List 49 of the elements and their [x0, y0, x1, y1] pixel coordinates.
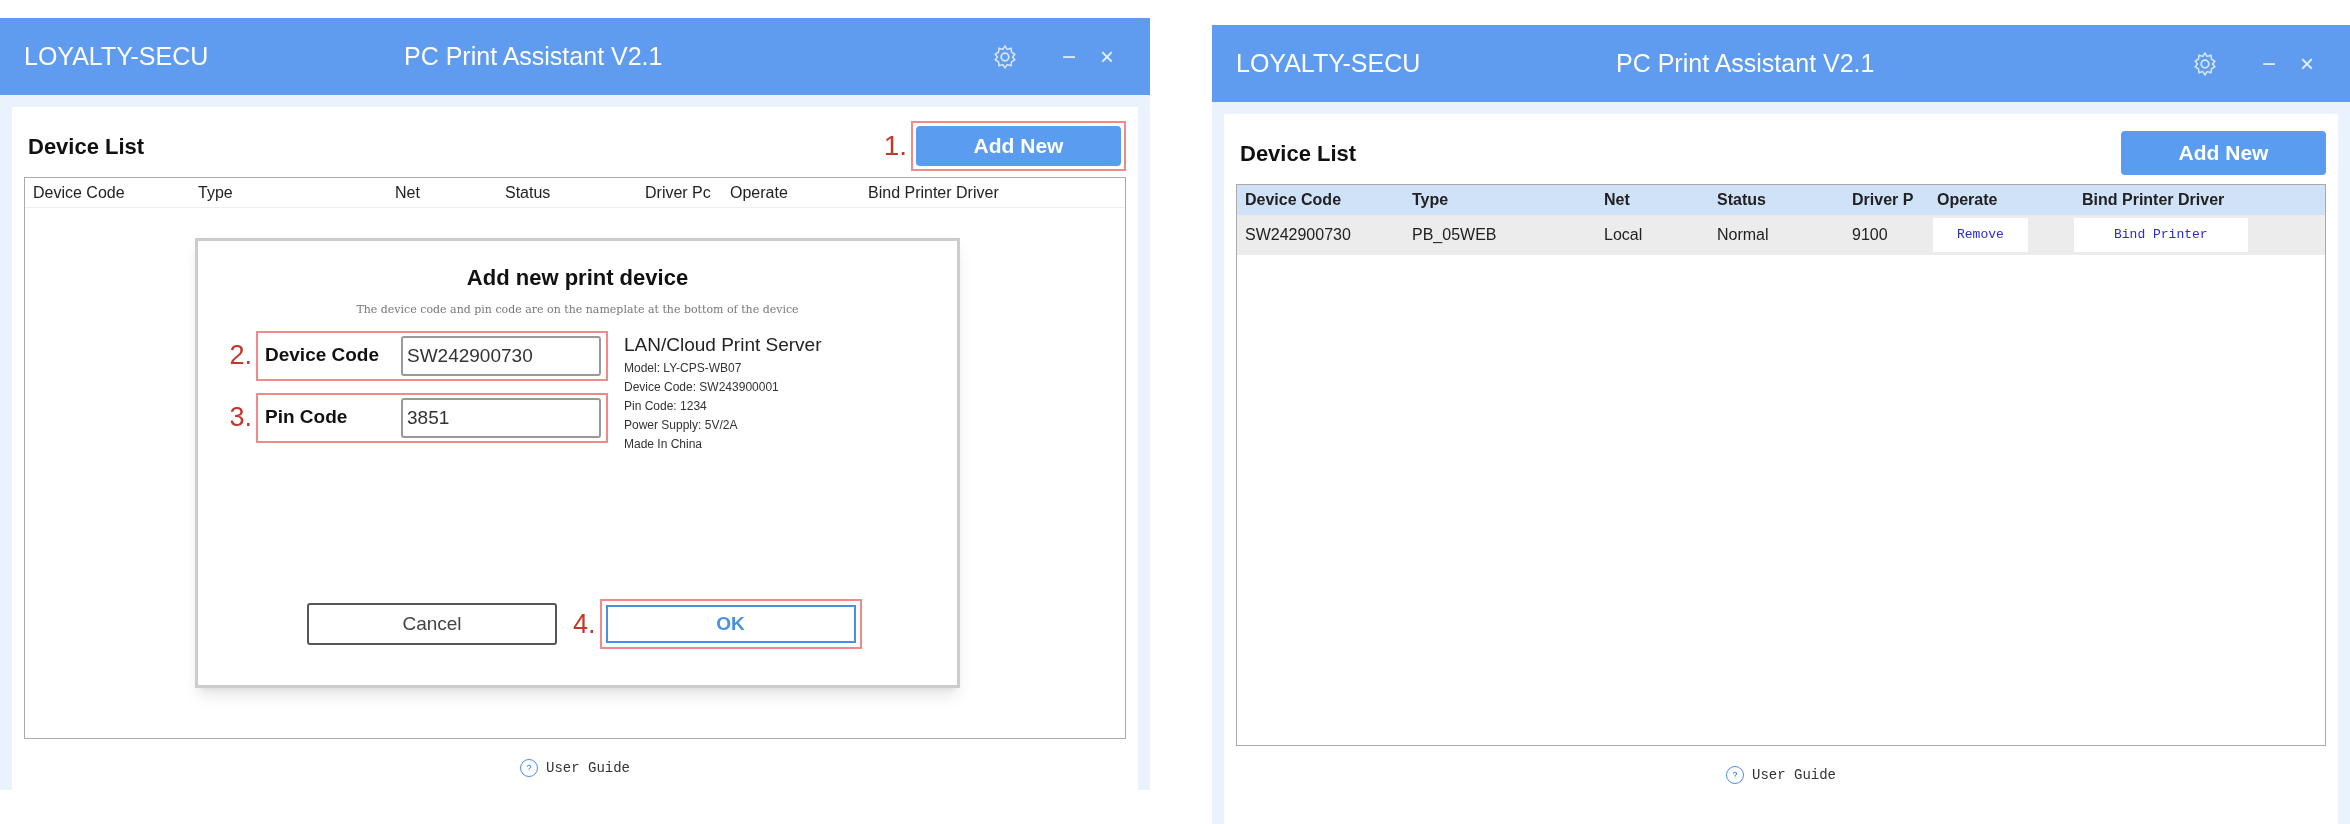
settings-icon[interactable] [2191, 50, 2218, 77]
hint-text: The device code and pin code are on the nameplate at the bottom of the device [355, 302, 800, 318]
column-header: Net [1603, 190, 1631, 210]
column-header: Operate [1936, 190, 1999, 210]
column-header: Bind Printer Driver [867, 182, 1000, 203]
table-cell-text: SW242900730 [1244, 225, 1352, 245]
field-label: Device Code [264, 343, 381, 368]
nameplate-line: Device Code: SW243900001 [624, 379, 780, 396]
table-cell-text: 9100 [1851, 225, 1889, 245]
brand-name: LOYALTY-SECU [24, 40, 210, 72]
column-header: Device Code [1244, 190, 1343, 210]
dialog-title: Add new print device [465, 264, 690, 292]
cancel-button[interactable]: Cancel [307, 603, 557, 645]
column-header: Type [1411, 190, 1450, 210]
column-header: Type [197, 182, 234, 203]
user-guide-link[interactable]: User Guide [546, 757, 630, 779]
bind-printer-button[interactable]: Bind Printer [2074, 218, 2248, 252]
table-row[interactable]: SW242900730 PB_05WEB Local Normal 9100 Remove Bind Printer [1237, 215, 2325, 255]
column-header: Status [504, 182, 552, 203]
nameplate-line: Made In China [624, 436, 704, 453]
column-header: Device Code [32, 182, 126, 203]
section-title: Device List [1239, 139, 1357, 168]
column-header: Driver Pc [644, 182, 712, 203]
step-number: 3. [228, 401, 252, 435]
section-title: Device List [27, 132, 145, 161]
user-guide-link[interactable]: User Guide [1752, 764, 1836, 786]
nameplate-line: Model: LY-CPS-WB07 [624, 360, 743, 377]
remove-button[interactable]: Remove [1933, 218, 2028, 252]
brand-name: LOYALTY-SECU [1236, 47, 1422, 79]
nameplate-title: LAN/Cloud Print Server [624, 332, 822, 357]
table-cell-text: Local [1603, 225, 1644, 245]
nameplate-line: Pin Code: 1234 [624, 398, 708, 415]
table-cell-text: Normal [1716, 225, 1770, 245]
window-title: PC Print Assistant V2.1 [404, 40, 664, 72]
column-header: Status [1716, 190, 1767, 210]
step-number: 4. [573, 607, 596, 641]
column-header: Net [394, 182, 421, 203]
column-header: Operate [729, 182, 789, 203]
nameplate-line: Power Supply: 5V/2A [624, 417, 739, 434]
input-field[interactable]: 3851 [401, 397, 601, 438]
column-header: Bind Printer Driver [2081, 190, 2226, 210]
input-field[interactable]: SW242900730 [401, 335, 601, 376]
field-label: Pin Code [264, 405, 349, 430]
step-number: 1. [883, 129, 907, 163]
table-cell-text: PB_05WEB [1411, 225, 1498, 245]
step-number: 2. [228, 339, 252, 373]
column-header: Driver P [1851, 190, 1915, 210]
settings-icon[interactable] [991, 43, 1018, 70]
window-title: PC Print Assistant V2.1 [1616, 47, 1876, 79]
